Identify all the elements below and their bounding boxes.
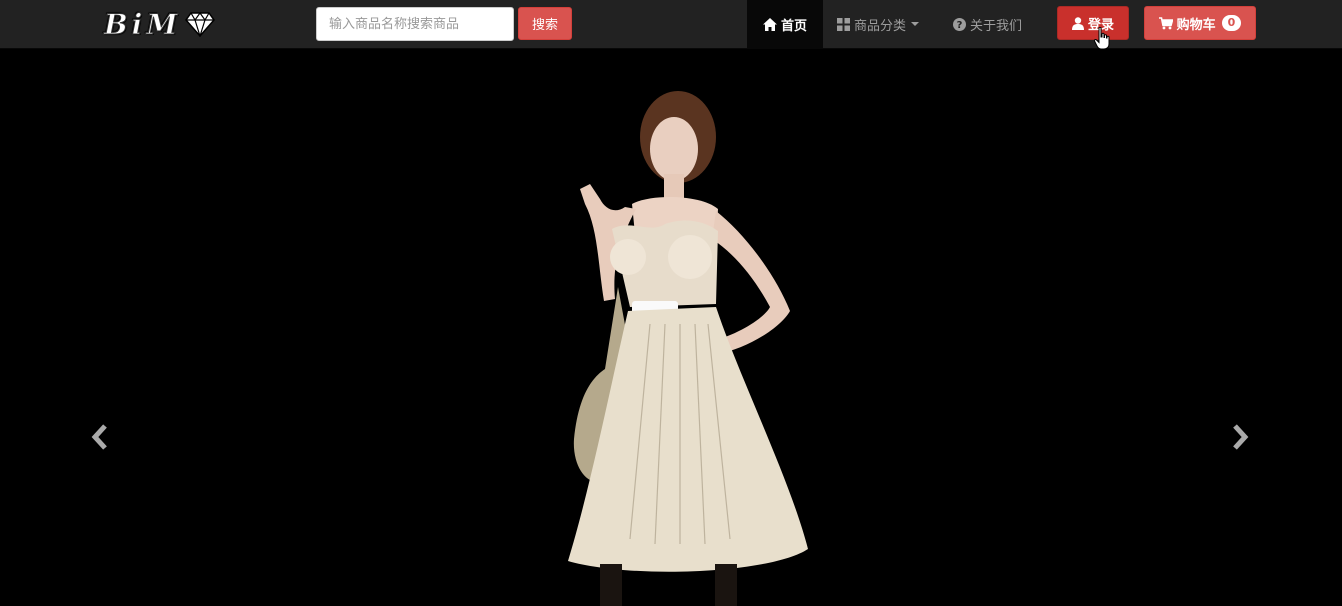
brand-letter-m: M [146, 7, 178, 41]
nav-home-label: 首页 [780, 18, 807, 34]
user-icon [1071, 16, 1084, 30]
chevron-left-icon [91, 424, 107, 450]
brand-logo[interactable]: B i M [104, 6, 216, 42]
diamond-icon [185, 11, 216, 37]
navbar: B i M 搜索 首页 商品分类 ? 关于我们 [0, 0, 1342, 49]
carousel-next-control[interactable] [1220, 417, 1260, 457]
cart-icon [1158, 16, 1173, 29]
hero-carousel [0, 49, 1342, 606]
nav-home[interactable]: 首页 [747, 0, 823, 48]
cart-label: 购物车 [1176, 17, 1216, 33]
grid-icon [837, 17, 850, 31]
nav-category-dropdown[interactable]: 商品分类 [837, 0, 920, 48]
brand-letter-i: i [131, 7, 143, 41]
brand-letter-b: B [104, 7, 129, 41]
hand-cursor-icon [1094, 27, 1110, 50]
cart-button[interactable]: 购物车 0 [1144, 6, 1256, 40]
nav-about-label: 关于我们 [970, 18, 1023, 34]
carousel-slide-image [568, 91, 808, 606]
cart-count-badge: 0 [1221, 15, 1242, 31]
nav-category-label: 商品分类 [854, 18, 907, 34]
nav-about[interactable]: ? 关于我们 [953, 0, 1022, 48]
question-circle-icon: ? [953, 17, 966, 31]
chevron-right-icon [1233, 424, 1249, 450]
caret-down-icon [911, 22, 920, 26]
carousel-prev-control[interactable] [80, 417, 120, 457]
svg-text:?: ? [957, 20, 963, 31]
login-button[interactable]: 登录 [1057, 6, 1129, 40]
search-button[interactable]: 搜索 [518, 7, 572, 40]
search-input[interactable] [316, 7, 514, 41]
home-icon [762, 17, 777, 31]
